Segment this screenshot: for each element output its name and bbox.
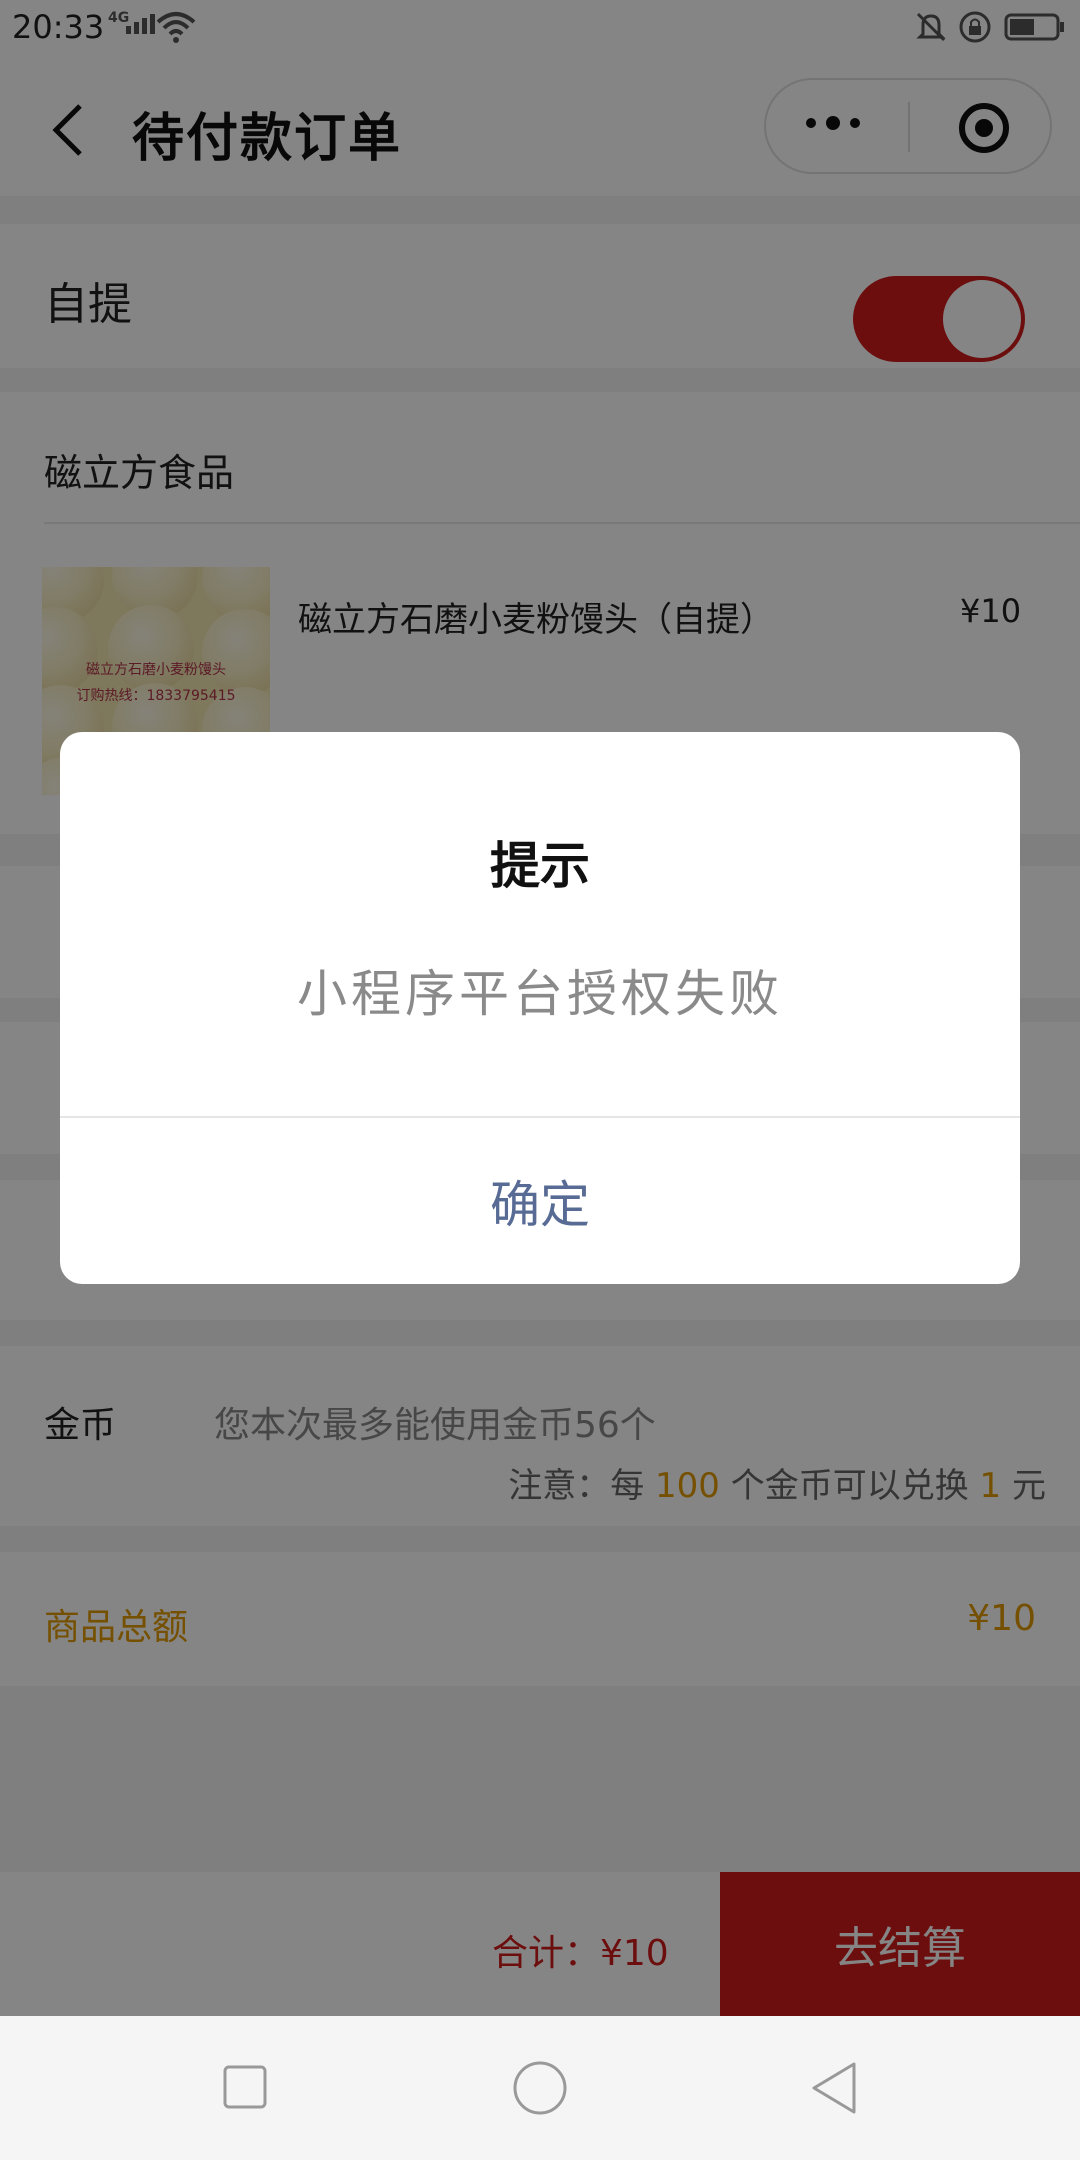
system-navigation-bar bbox=[0, 2016, 1080, 2160]
confirm-button[interactable]: 确定 bbox=[60, 1118, 1020, 1284]
dialog-title: 提示 bbox=[490, 836, 590, 895]
alert-dialog: 提示 小程序平台授权失败 确定 bbox=[60, 732, 1020, 1284]
recent-apps-icon[interactable] bbox=[222, 2064, 268, 2110]
back-nav-icon[interactable] bbox=[808, 2060, 860, 2116]
home-icon[interactable] bbox=[512, 2060, 568, 2116]
dialog-message: 小程序平台授权失败 bbox=[297, 965, 783, 1023]
